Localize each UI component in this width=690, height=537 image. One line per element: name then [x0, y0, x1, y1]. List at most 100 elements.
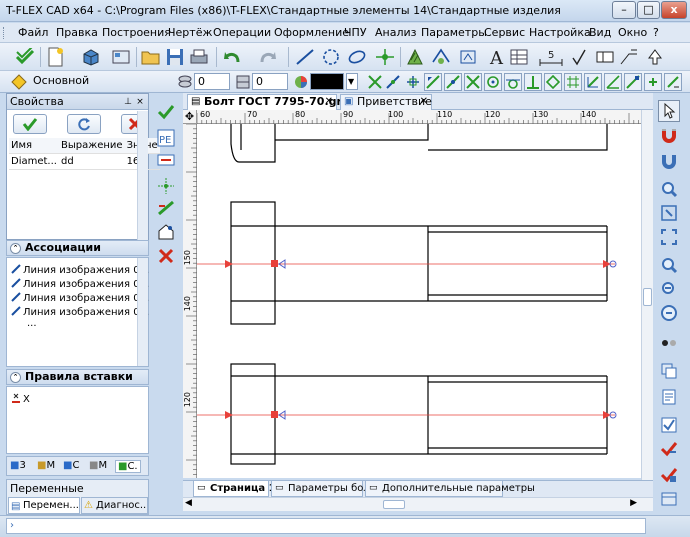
page-view-icon[interactable] — [658, 386, 680, 408]
tab-additional-parameters[interactable]: ▭ Дополнительные параметры — [365, 481, 535, 497]
refresh-button[interactable] — [67, 114, 101, 134]
undo-icon[interactable] — [222, 46, 244, 68]
scroll-left-icon[interactable]: ◀ — [185, 498, 192, 508]
canvas-horizontal-scrollbar[interactable]: ◀ ▶ — [183, 497, 653, 511]
list-item[interactable]: X — [11, 393, 30, 405]
scroll-thumb[interactable] — [643, 288, 652, 306]
cursor-magnet-icon[interactable] — [658, 100, 680, 122]
menu-parameters[interactable]: Параметры — [421, 26, 487, 39]
snap-cross-icon[interactable] — [464, 73, 482, 91]
confirm-icon[interactable] — [14, 46, 36, 68]
snap-mid-icon[interactable] — [444, 73, 462, 91]
properties-scrollbar[interactable] — [137, 111, 148, 240]
snap-center-icon[interactable] — [484, 73, 502, 91]
zoom-out-icon[interactable] — [658, 278, 680, 300]
priority-field[interactable]: 0 — [252, 73, 288, 90]
snap-angle-icon[interactable] — [604, 73, 622, 91]
magnet-icon[interactable] — [658, 124, 680, 146]
node-icon[interactable] — [374, 46, 396, 68]
dimension-icon[interactable]: 5 — [538, 46, 564, 68]
menu-file[interactable]: Файл — [18, 26, 48, 39]
new-document-icon[interactable] — [44, 46, 66, 68]
menu-service[interactable]: Сервис — [484, 26, 525, 39]
color-swatch[interactable] — [310, 73, 344, 90]
collapse-icon[interactable]: ⌃ — [10, 372, 21, 383]
print-icon[interactable] — [188, 46, 210, 68]
maximize-button[interactable]: □ — [637, 1, 660, 19]
windows-icon[interactable] — [658, 360, 680, 382]
move-icon[interactable]: ✥ — [183, 110, 197, 124]
3d-box-icon[interactable] — [80, 46, 102, 68]
roughness-icon[interactable] — [570, 46, 592, 68]
scroll-right-icon[interactable]: ▶ — [630, 498, 637, 508]
menu-operations[interactable]: Операции — [213, 26, 271, 39]
tab-close-icon[interactable]: ✕ — [420, 95, 428, 109]
pin-icon[interactable]: ⊥ — [122, 96, 134, 108]
magnet-blue-icon[interactable] — [658, 150, 680, 172]
tab-m2[interactable]: ■M — [89, 460, 107, 471]
snap-node-icon[interactable] — [155, 175, 177, 197]
snap-object-icon[interactable] — [624, 73, 642, 91]
associations-scrollbar[interactable] — [137, 258, 148, 366]
menu-help[interactable]: ? — [653, 26, 659, 39]
list-item[interactable]: Линия изображения 0... — [11, 264, 149, 276]
snap-normal-icon[interactable] — [524, 73, 542, 91]
associations-header[interactable]: ⌃ Ассоциации — [6, 240, 149, 256]
snap-point-icon[interactable] — [404, 73, 422, 91]
tab-m1[interactable]: ■M — [37, 460, 55, 471]
tab-variables[interactable]: ▤ Перемен... — [8, 497, 80, 514]
zoom-previous-icon[interactable] — [658, 302, 680, 324]
table-icon[interactable] — [508, 46, 530, 68]
panel-close-icon[interactable]: × — [134, 96, 146, 108]
text-icon[interactable]: A — [486, 46, 508, 68]
drawing-canvas[interactable] — [183, 110, 643, 478]
validate-icon[interactable] — [658, 464, 680, 486]
tab-c1[interactable]: ■C — [63, 460, 79, 471]
parameters-icon[interactable]: PE — [155, 127, 177, 149]
tab-bolt-parameters[interactable]: ▭ Параметры болта — [271, 481, 382, 497]
canvas-vertical-scrollbar[interactable] — [641, 110, 653, 480]
ok-icon[interactable] — [155, 101, 177, 123]
redraw-icon[interactable] — [658, 332, 680, 354]
tolerance-icon[interactable] — [594, 46, 616, 68]
zoom-dynamic-icon[interactable] — [658, 202, 680, 224]
apply-button[interactable] — [13, 114, 47, 134]
arrow-up-icon[interactable] — [644, 46, 666, 68]
leader-icon[interactable] — [618, 46, 640, 68]
list-item[interactable]: Линия изображения 0... — [11, 292, 149, 304]
menu-edit[interactable]: Правка — [56, 26, 98, 39]
menu-analysis[interactable]: Анализ — [375, 26, 417, 39]
menu-window[interactable]: Окно — [618, 26, 647, 39]
tab-close-icon[interactable]: ✕ — [325, 95, 333, 109]
zoom-extents-icon[interactable] — [658, 226, 680, 248]
settings-panel-icon[interactable] — [658, 488, 680, 510]
minimize-button[interactable]: – — [612, 1, 636, 19]
menu-drawing[interactable]: Чертёж — [168, 26, 212, 39]
snap-ortho-icon[interactable] — [584, 73, 602, 91]
level-field[interactable]: 0 — [194, 73, 230, 90]
open-folder-icon[interactable] — [140, 46, 162, 68]
zoom-window-icon[interactable] — [658, 178, 680, 200]
list-item[interactable]: Линия изображения 0... — [11, 278, 149, 290]
snap-more-icon[interactable] — [644, 73, 662, 91]
tab-bolt-document[interactable]: ▤ Болт ГОСТ 7795-70.grb ✕ — [187, 94, 350, 110]
select-connector-icon[interactable] — [155, 149, 177, 171]
fill-icon[interactable] — [430, 46, 452, 68]
check-red-icon[interactable] — [658, 438, 680, 460]
tab-c2[interactable]: ■C. — [115, 460, 141, 473]
menu-cnc[interactable]: ЧПУ — [344, 26, 367, 39]
menu-construct[interactable]: Построения — [102, 26, 171, 39]
model-icon[interactable] — [110, 46, 132, 68]
cancel-command-icon[interactable] — [155, 245, 177, 267]
redo-icon[interactable] — [256, 46, 278, 68]
ellipse-icon[interactable] — [346, 46, 368, 68]
menu-settings[interactable]: Настройка — [529, 26, 591, 39]
snap-icon[interactable] — [366, 73, 384, 91]
layer-select[interactable]: Основной — [30, 73, 170, 90]
zoom-in-icon[interactable] — [658, 254, 680, 276]
save-icon[interactable] — [164, 46, 186, 68]
tab-diagnostics[interactable]: ⚠ Диагнос... — [81, 497, 148, 514]
menu-design[interactable]: Оформление — [274, 26, 349, 39]
scroll-thumb[interactable] — [383, 500, 405, 509]
shape-icon[interactable] — [458, 46, 480, 68]
